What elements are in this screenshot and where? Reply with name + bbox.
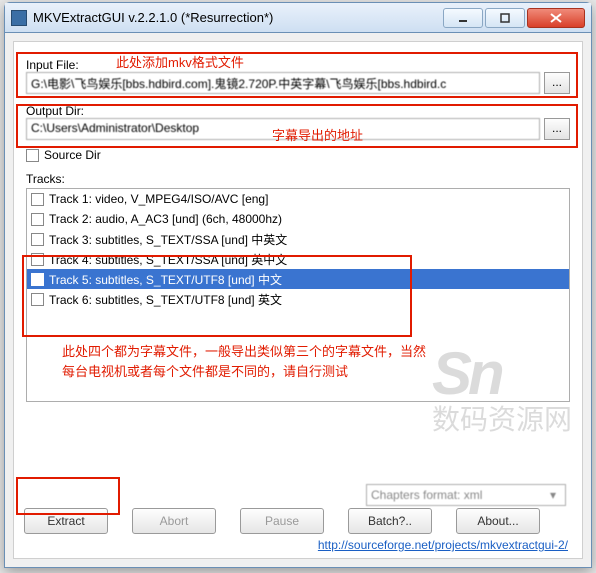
checkbox-icon — [31, 193, 44, 206]
minimize-button[interactable] — [443, 8, 483, 28]
track-text: Track 1: video, V_MPEG4/ISO/AVC [eng] — [49, 192, 268, 206]
project-link[interactable]: http://sourceforge.net/projects/mkvextra… — [318, 538, 568, 552]
abort-button[interactable]: Abort — [132, 508, 216, 534]
track-text: Track 4: subtitles, S_TEXT/SSA [und] 英中文 — [49, 251, 287, 268]
window-title: MKVExtractGUI v.2.2.1.0 (*Resurrection*) — [33, 10, 443, 25]
output-dir-label: Output Dir: — [26, 104, 570, 118]
input-file-label: Input File: — [26, 58, 570, 72]
annotation-text: 字幕导出的地址 — [272, 125, 363, 144]
checkbox-icon — [31, 213, 44, 226]
annotation-text: 此处添加mkv格式文件 — [116, 52, 244, 71]
checkbox-icon — [26, 149, 39, 162]
input-browse-button[interactable]: ... — [544, 72, 570, 94]
checkbox-icon — [31, 273, 44, 286]
list-item[interactable]: Track 6: subtitles, S_TEXT/UTF8 [und] 英文 — [27, 289, 569, 309]
minimize-icon — [458, 13, 468, 23]
checkbox-icon — [31, 293, 44, 306]
list-item[interactable]: Track 1: video, V_MPEG4/ISO/AVC [eng] — [27, 189, 569, 209]
output-browse-button[interactable]: ... — [544, 118, 570, 140]
extract-button[interactable]: Extract — [24, 508, 108, 534]
maximize-icon — [500, 13, 510, 23]
list-item[interactable]: Track 2: audio, A_AC3 [und] (6ch, 48000h… — [27, 209, 569, 229]
track-text: Track 6: subtitles, S_TEXT/UTF8 [und] 英文 — [49, 291, 282, 308]
chevron-down-icon: ▾ — [545, 488, 561, 502]
track-text: Track 2: audio, A_AC3 [und] (6ch, 48000h… — [49, 212, 282, 226]
about-button[interactable]: About... — [456, 508, 540, 534]
maximize-button[interactable] — [485, 8, 525, 28]
list-item[interactable]: Track 3: subtitles, S_TEXT/SSA [und] 中英文 — [27, 229, 569, 249]
checkbox-icon — [31, 233, 44, 246]
chapters-format-combo[interactable]: Chapters format: xml ▾ — [366, 484, 566, 506]
close-button[interactable] — [527, 8, 585, 28]
track-text: Track 3: subtitles, S_TEXT/SSA [und] 中英文 — [49, 231, 287, 248]
close-icon — [550, 13, 562, 23]
batch-button[interactable]: Batch?.. — [348, 508, 432, 534]
checkbox-icon — [31, 253, 44, 266]
track-text: Track 5: subtitles, S_TEXT/UTF8 [und] 中文 — [49, 271, 282, 288]
tracks-label: Tracks: — [26, 172, 570, 186]
watermark-text: 数码资源网 — [432, 398, 572, 438]
list-item[interactable]: Track 5: subtitles, S_TEXT/UTF8 [und] 中文 — [27, 269, 569, 289]
annotation-text: 此处四个都为字幕文件，一般导出类似第三个的字幕文件，当然每台电视机或者每个文件都… — [62, 342, 432, 382]
source-dir-checkbox[interactable]: Source Dir — [26, 148, 570, 162]
app-window: MKVExtractGUI v.2.2.1.0 (*Resurrection*)… — [4, 2, 592, 568]
button-bar: Extract Abort Pause Batch?.. About... — [24, 508, 572, 534]
client-area: Input File: G:\电影\飞鸟娱乐[bbs.hdbird.com].鬼… — [13, 41, 583, 559]
titlebar[interactable]: MKVExtractGUI v.2.2.1.0 (*Resurrection*) — [5, 3, 591, 33]
app-icon — [11, 10, 27, 26]
source-dir-label: Source Dir — [44, 148, 101, 162]
list-item[interactable]: Track 4: subtitles, S_TEXT/SSA [und] 英中文 — [27, 249, 569, 269]
pause-button[interactable]: Pause — [240, 508, 324, 534]
combo-value: Chapters format: xml — [371, 488, 482, 502]
input-file-field[interactable]: G:\电影\飞鸟娱乐[bbs.hdbird.com].鬼镜2.720P.中英字幕… — [26, 72, 540, 94]
